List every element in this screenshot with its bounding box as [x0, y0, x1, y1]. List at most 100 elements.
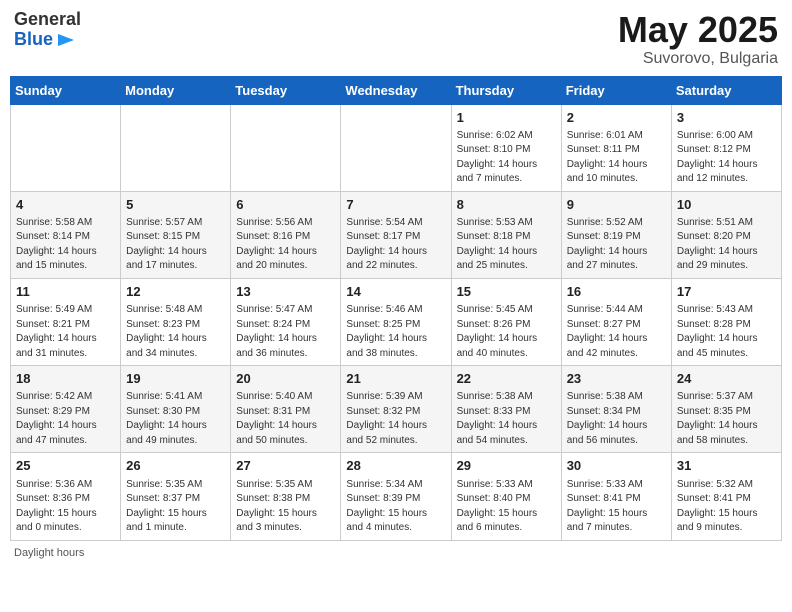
calendar-cell: 19 Sunrise: 5:41 AM Sunset: 8:30 PM Dayli…: [121, 366, 231, 453]
calendar-cell: 2Sunrise: 6:01 AM Sunset: 8:11 PM Daylig…: [561, 104, 671, 191]
day-info: Sunrise: 5:52 AM Sunset: 8:19 PM Dayligh…: [567, 216, 666, 274]
day-number: 16: [567, 283, 666, 301]
day-info: Sunrise: 5:40 AM Sunset: 8:31 PM Dayligh…: [236, 390, 335, 448]
page-header: General Blue May 2025 Suvorovo, Bulgaria: [10, 10, 782, 68]
day-number: 26: [126, 457, 225, 475]
day-info: Sunrise: 6:00 AM Sunset: 8:12 PM Dayligh…: [677, 129, 776, 187]
day-number: 30: [567, 457, 666, 475]
day-info: Sunrise: 5:35 AM Sunset: 8:37 PM Dayligh…: [126, 478, 225, 536]
day-info: Sunrise: 5:39 AM Sunset: 8:32 PM Dayligh…: [346, 390, 445, 448]
day-info: Sunrise: 6:02 AM Sunset: 8:10 PM Dayligh…: [457, 129, 556, 187]
logo: General Blue: [14, 10, 81, 50]
day-info: Sunrise: 5:41 AM Sunset: 8:30 PM Dayligh…: [126, 390, 225, 448]
day-number: 6: [236, 196, 335, 214]
day-info: Sunrise: 5:45 AM Sunset: 8:26 PM Dayligh…: [457, 303, 556, 361]
calendar-week-row: 25Sunrise: 5:36 AM Sunset: 8:36 PM Dayli…: [11, 453, 782, 540]
day-number: 20: [236, 370, 335, 388]
day-number: 4: [16, 196, 115, 214]
day-number: 18: [16, 370, 115, 388]
day-number: 15: [457, 283, 556, 301]
calendar-day-header: Thursday: [451, 76, 561, 104]
day-number: 13: [236, 283, 335, 301]
calendar-cell: 5Sunrise: 5:57 AM Sunset: 8:15 PM Daylig…: [121, 191, 231, 278]
calendar-cell: 21 Sunrise: 5:39 AM Sunset: 8:32 PM Dayli…: [341, 366, 451, 453]
day-number: 24: [677, 370, 776, 388]
day-info: Sunrise: 5:35 AM Sunset: 8:38 PM Dayligh…: [236, 478, 335, 536]
calendar-cell: 6 Sunrise: 5:56 AM Sunset: 8:16 PM Daylig…: [231, 191, 341, 278]
day-info: Sunrise: 5:46 AM Sunset: 8:25 PM Dayligh…: [346, 303, 445, 361]
logo-blue-text: Blue: [14, 30, 53, 50]
page-title: May 2025: [618, 10, 778, 50]
day-info: Sunrise: 5:58 AM Sunset: 8:14 PM Dayligh…: [16, 216, 115, 274]
day-info: Sunrise: 5:42 AM Sunset: 8:29 PM Dayligh…: [16, 390, 115, 448]
calendar-footer: Daylight hours: [10, 547, 782, 559]
calendar-day-header: Monday: [121, 76, 231, 104]
logo-general-text: General: [14, 10, 81, 30]
calendar-week-row: 11 Sunrise: 5:49 AM Sunset: 8:21 PM Dayli…: [11, 278, 782, 365]
calendar-cell: 9 Sunrise: 5:52 AM Sunset: 8:19 PM Daylig…: [561, 191, 671, 278]
calendar-cell: 15 Sunrise: 5:45 AM Sunset: 8:26 PM Dayli…: [451, 278, 561, 365]
calendar-header-row: SundayMondayTuesdayWednesdayThursdayFrid…: [11, 76, 782, 104]
day-number: 12: [126, 283, 225, 301]
title-block: May 2025 Suvorovo, Bulgaria: [618, 10, 778, 68]
day-number: 19: [126, 370, 225, 388]
calendar-cell: 4 Sunrise: 5:58 AM Sunset: 8:14 PM Daylig…: [11, 191, 121, 278]
day-info: Sunrise: 5:48 AM Sunset: 8:23 PM Dayligh…: [126, 303, 225, 361]
day-number: 8: [457, 196, 556, 214]
calendar-cell: 14Sunrise: 5:46 AM Sunset: 8:25 PM Dayli…: [341, 278, 451, 365]
day-number: 9: [567, 196, 666, 214]
day-info: Sunrise: 5:53 AM Sunset: 8:18 PM Dayligh…: [457, 216, 556, 274]
day-info: Sunrise: 5:33 AM Sunset: 8:40 PM Dayligh…: [457, 478, 556, 536]
day-info: Sunrise: 5:56 AM Sunset: 8:16 PM Dayligh…: [236, 216, 335, 274]
day-info: Sunrise: 5:34 AM Sunset: 8:39 PM Dayligh…: [346, 478, 445, 536]
day-number: 10: [677, 196, 776, 214]
calendar-cell: 30 Sunrise: 5:33 AM Sunset: 8:41 PM Dayli…: [561, 453, 671, 540]
day-info: Sunrise: 5:33 AM Sunset: 8:41 PM Dayligh…: [567, 478, 666, 536]
day-info: Sunrise: 5:32 AM Sunset: 8:41 PM Dayligh…: [677, 478, 776, 536]
day-info: Sunrise: 6:01 AM Sunset: 8:11 PM Dayligh…: [567, 129, 666, 187]
day-number: 28: [346, 457, 445, 475]
day-info: Sunrise: 5:57 AM Sunset: 8:15 PM Dayligh…: [126, 216, 225, 274]
calendar-cell: 8 Sunrise: 5:53 AM Sunset: 8:18 PM Daylig…: [451, 191, 561, 278]
day-number: 1: [457, 109, 556, 127]
day-info: Sunrise: 5:36 AM Sunset: 8:36 PM Dayligh…: [16, 478, 115, 536]
calendar-cell: [121, 104, 231, 191]
day-info: Sunrise: 5:38 AM Sunset: 8:33 PM Dayligh…: [457, 390, 556, 448]
day-number: 31: [677, 457, 776, 475]
day-number: 17: [677, 283, 776, 301]
calendar-day-header: Sunday: [11, 76, 121, 104]
calendar-cell: 7 Sunrise: 5:54 AM Sunset: 8:17 PM Daylig…: [341, 191, 451, 278]
calendar-cell: 17 Sunrise: 5:43 AM Sunset: 8:28 PM Dayli…: [671, 278, 781, 365]
day-info: Sunrise: 5:37 AM Sunset: 8:35 PM Dayligh…: [677, 390, 776, 448]
calendar-day-header: Friday: [561, 76, 671, 104]
page-subtitle: Suvorovo, Bulgaria: [618, 50, 778, 68]
calendar-day-header: Saturday: [671, 76, 781, 104]
day-number: 11: [16, 283, 115, 301]
calendar-cell: 29 Sunrise: 5:33 AM Sunset: 8:40 PM Dayli…: [451, 453, 561, 540]
calendar-cell: 20 Sunrise: 5:40 AM Sunset: 8:31 PM Dayli…: [231, 366, 341, 453]
day-info: Sunrise: 5:43 AM Sunset: 8:28 PM Dayligh…: [677, 303, 776, 361]
calendar-week-row: 18 Sunrise: 5:42 AM Sunset: 8:29 PM Dayli…: [11, 366, 782, 453]
day-number: 21: [346, 370, 445, 388]
calendar-cell: 16 Sunrise: 5:44 AM Sunset: 8:27 PM Dayli…: [561, 278, 671, 365]
day-info: Sunrise: 5:47 AM Sunset: 8:24 PM Dayligh…: [236, 303, 335, 361]
calendar-cell: 18 Sunrise: 5:42 AM Sunset: 8:29 PM Dayli…: [11, 366, 121, 453]
day-info: Sunrise: 5:38 AM Sunset: 8:34 PM Dayligh…: [567, 390, 666, 448]
calendar-cell: 13 Sunrise: 5:47 AM Sunset: 8:24 PM Dayli…: [231, 278, 341, 365]
day-info: Sunrise: 5:54 AM Sunset: 8:17 PM Dayligh…: [346, 216, 445, 274]
calendar-cell: 1 Sunrise: 6:02 AM Sunset: 8:10 PM Daylig…: [451, 104, 561, 191]
calendar-cell: 25Sunrise: 5:36 AM Sunset: 8:36 PM Dayli…: [11, 453, 121, 540]
calendar-cell: 31 Sunrise: 5:32 AM Sunset: 8:41 PM Dayli…: [671, 453, 781, 540]
calendar-cell: 3Sunrise: 6:00 AM Sunset: 8:12 PM Daylig…: [671, 104, 781, 191]
day-info: Sunrise: 5:49 AM Sunset: 8:21 PM Dayligh…: [16, 303, 115, 361]
calendar-week-row: 4 Sunrise: 5:58 AM Sunset: 8:14 PM Daylig…: [11, 191, 782, 278]
calendar-day-header: Wednesday: [341, 76, 451, 104]
calendar-cell: 12 Sunrise: 5:48 AM Sunset: 8:23 PM Dayli…: [121, 278, 231, 365]
logo-arrow-icon: [56, 30, 76, 50]
calendar-cell: 24 Sunrise: 5:37 AM Sunset: 8:35 PM Dayli…: [671, 366, 781, 453]
day-number: 7: [346, 196, 445, 214]
calendar-cell: [231, 104, 341, 191]
day-info: Sunrise: 5:44 AM Sunset: 8:27 PM Dayligh…: [567, 303, 666, 361]
day-number: 29: [457, 457, 556, 475]
calendar-cell: 22Sunrise: 5:38 AM Sunset: 8:33 PM Dayli…: [451, 366, 561, 453]
